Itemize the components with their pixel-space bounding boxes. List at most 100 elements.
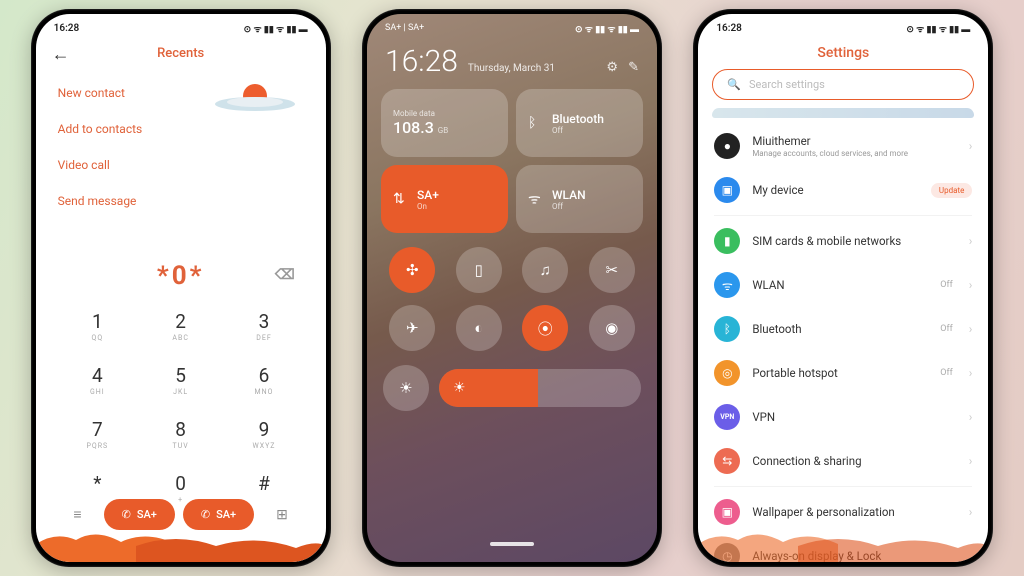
carrier-label: SA+ | SA+	[385, 23, 424, 33]
wlan-tile[interactable]: ᯤ WLAN Off	[516, 165, 643, 233]
aod-item[interactable]: ◷ Always-on display & Lock	[698, 534, 988, 562]
vpn-icon: VPN	[714, 404, 740, 430]
phone-control-center: SA+ | SA+ ⊙ ᯤ ▮▮ ᯤ ▮▮ ▬ 16:28 Thursday, …	[362, 9, 662, 567]
status-icons: ⊙ ᯤ ▮▮ ᯤ ▮▮ ▬	[575, 22, 639, 35]
wallpaper-icon: ▣	[714, 499, 740, 525]
dialpad-icon[interactable]: ⊞	[262, 507, 302, 523]
phone-icon: ✆	[122, 508, 131, 521]
location-toggle[interactable]: ⦿	[522, 305, 568, 351]
bluetooth-tile[interactable]: ᛒ Bluetooth Off	[516, 89, 643, 157]
mobile-data-tile[interactable]: Mobile data 108.3 GB	[381, 89, 508, 157]
device-icon: ▣	[714, 177, 740, 203]
phone-dialer: 16:28 ⊙ ᯤ ▮▮ ᯤ ▮▮ ▬ ← Recents New contac…	[31, 9, 331, 567]
chevron-right-icon: ›	[969, 234, 973, 248]
video-call[interactable]: Video call	[58, 147, 326, 183]
eye-icon: ◉	[605, 319, 618, 337]
my-device-item[interactable]: ▣ My device Update	[698, 168, 988, 212]
key-9[interactable]: 9WXYZ	[222, 407, 305, 461]
sim-item[interactable]: ▮ SIM cards & mobile networks ›	[698, 219, 988, 263]
settings-icon[interactable]: ⚙	[606, 60, 618, 75]
avatar-icon: ●	[714, 133, 740, 159]
keypad: 1QQ 2ABC 3DEF 4GHI 5JKL 6MNO 7PQRS 8TUV …	[36, 291, 326, 515]
wlan-item[interactable]: ᯤ WLAN Off ›	[698, 263, 988, 307]
reading-toggle[interactable]: ◉	[589, 305, 635, 351]
key-2[interactable]: 2ABC	[139, 299, 222, 353]
bluetooth-icon: ᛒ	[714, 316, 740, 342]
key-4[interactable]: 4GHI	[56, 353, 139, 407]
airplane-toggle[interactable]: ✈	[389, 305, 435, 351]
flashlight-icon: ▯	[475, 261, 483, 279]
settings-title: Settings	[698, 40, 988, 69]
wallpaper-item[interactable]: ▣ Wallpaper & personalization ›	[698, 490, 988, 534]
vibrate-icon: ✣	[406, 261, 419, 279]
chevron-right-icon: ›	[969, 322, 973, 336]
location-icon: ⦿	[538, 318, 553, 339]
divider	[714, 486, 972, 487]
data-arrows-icon: ⇅	[393, 191, 405, 207]
edit-icon[interactable]: ✎	[628, 60, 639, 75]
hotspot-item[interactable]: ◎ Portable hotspot Off ›	[698, 351, 988, 395]
vpn-item[interactable]: VPN VPN ›	[698, 395, 988, 439]
status-icons: ⊙ ᯤ ▮▮ ᯤ ▮▮ ▬	[244, 22, 308, 35]
key-8[interactable]: 8TUV	[139, 407, 222, 461]
connection-item[interactable]: ⇆ Connection & sharing ›	[698, 439, 988, 483]
recents-header: ← Recents	[36, 40, 326, 67]
dark-mode-toggle[interactable]: ◐	[456, 305, 502, 351]
aod-icon: ◷	[714, 543, 740, 562]
key-3[interactable]: 3DEF	[222, 299, 305, 353]
key-7[interactable]: 7PQRS	[56, 407, 139, 461]
search-settings-input[interactable]: 🔍 Search settings	[712, 69, 974, 100]
status-time: 16:28	[716, 23, 742, 34]
dialed-number: *0* ⌫	[36, 261, 326, 291]
chevron-right-icon: ›	[969, 454, 973, 468]
chevron-right-icon: ›	[969, 278, 973, 292]
status-icons: ⊙ ᯤ ▮▮ ᯤ ▮▮ ▬	[906, 22, 970, 35]
chevron-right-icon: ›	[969, 505, 973, 519]
phone-icon: ✆	[201, 508, 210, 521]
key-1[interactable]: 1QQ	[56, 299, 139, 353]
account-item[interactable]: ● Miuithemer Manage accounts, cloud serv…	[698, 124, 988, 168]
divider	[714, 215, 972, 216]
backspace-icon[interactable]: ⌫	[275, 267, 298, 283]
chevron-right-icon: ›	[969, 139, 973, 153]
brightness-slider[interactable]: ☀	[439, 369, 641, 407]
hotspot-icon: ◎	[714, 360, 740, 386]
mountain-art	[36, 526, 326, 562]
key-6[interactable]: 6MNO	[222, 353, 305, 407]
phone-settings: 16:28 ⊙ ᯤ ▮▮ ᯤ ▮▮ ▬ Settings 🔍 Search se…	[693, 9, 993, 567]
banner-card[interactable]	[712, 108, 974, 118]
sun-icon: ☀	[453, 380, 466, 396]
auto-brightness-toggle[interactable]: ☀	[383, 365, 429, 411]
status-bar: 16:28 ⊙ ᯤ ▮▮ ᯤ ▮▮ ▬	[36, 14, 326, 40]
menu-icon[interactable]: ≡	[59, 506, 95, 523]
dark-mode-icon: ◐	[474, 319, 483, 337]
bluetooth-icon: ᛒ	[528, 115, 536, 131]
crop-icon: ✂	[605, 261, 618, 279]
cc-time: 16:28	[385, 44, 458, 79]
sim-icon: ▮	[714, 228, 740, 254]
bell-icon: ♫	[540, 261, 551, 279]
back-arrow-icon[interactable]: ←	[52, 44, 70, 65]
sun-cloud-art	[210, 74, 300, 114]
sim-tile[interactable]: ⇅ SA+ On	[381, 165, 508, 233]
cc-date: Thursday, March 31	[468, 63, 555, 74]
key-5[interactable]: 5JKL	[139, 353, 222, 407]
chevron-right-icon: ›	[969, 366, 973, 380]
search-icon: 🔍	[727, 78, 741, 91]
status-bar: 16:28 ⊙ ᯤ ▮▮ ᯤ ▮▮ ▬	[698, 14, 988, 40]
screenshot-toggle[interactable]: ✂	[589, 247, 635, 293]
flashlight-toggle[interactable]: ▯	[456, 247, 502, 293]
send-message[interactable]: Send message	[58, 183, 326, 219]
chevron-right-icon: ›	[969, 410, 973, 424]
bluetooth-item[interactable]: ᛒ Bluetooth Off ›	[698, 307, 988, 351]
dnd-toggle[interactable]: ♫	[522, 247, 568, 293]
vibrate-toggle[interactable]: ✣	[389, 247, 435, 293]
add-to-contacts[interactable]: Add to contacts	[58, 111, 326, 147]
cc-header: 16:28 Thursday, March 31 ⚙ ✎	[367, 40, 657, 89]
update-badge: Update	[931, 183, 972, 198]
status-bar: SA+ | SA+ ⊙ ᯤ ▮▮ ᯤ ▮▮ ▬	[367, 14, 657, 40]
drag-handle[interactable]	[490, 542, 534, 546]
airplane-icon: ✈	[406, 319, 419, 337]
share-icon: ⇆	[714, 448, 740, 474]
status-time: 16:28	[54, 23, 80, 34]
